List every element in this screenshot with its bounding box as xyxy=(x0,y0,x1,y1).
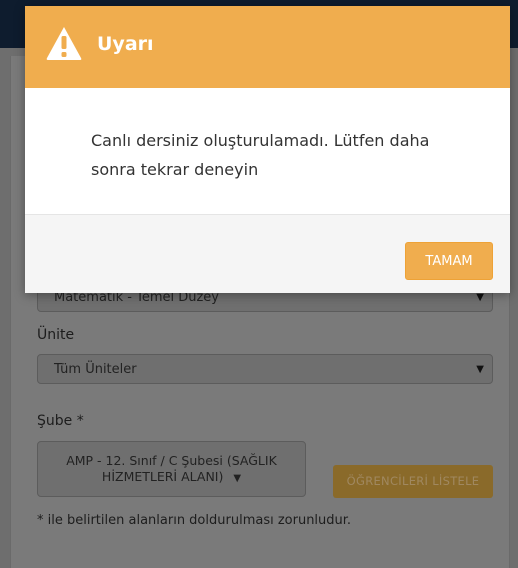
unit-select-value: Tüm Üniteler xyxy=(54,362,137,377)
modal-footer: TAMAM xyxy=(25,214,510,293)
chevron-down-icon: ▼ xyxy=(476,364,484,375)
branch-label: Şube * xyxy=(37,413,84,429)
list-students-button[interactable]: ÖĞRENCİLERİ LİSTELE xyxy=(333,465,493,498)
modal-message: Canlı dersiniz oluşturulamadı. Lütfen da… xyxy=(91,131,430,179)
modal-header: Uyarı xyxy=(25,6,510,88)
branch-select[interactable]: AMP - 12. Sınıf / C Şubesi (SAĞLIK HİZME… xyxy=(37,441,306,497)
required-note: * ile belirtilen alanların doldurulması … xyxy=(37,513,352,528)
warning-icon xyxy=(46,27,82,60)
modal-title: Uyarı xyxy=(97,33,154,55)
ok-button[interactable]: TAMAM xyxy=(405,242,493,280)
warning-modal: Uyarı Canlı dersiniz oluşturulamadı. Lüt… xyxy=(25,6,510,293)
unit-label: Ünite xyxy=(37,327,75,343)
caret-down-icon: ▼ xyxy=(233,473,242,484)
branch-select-line1: AMP - 12. Sınıf / C Şubesi (SAĞLIK xyxy=(66,453,277,468)
unit-select[interactable]: Tüm Üniteler ▼ xyxy=(37,354,493,384)
branch-select-line2: HİZMETLERİ ALANI) xyxy=(101,469,224,484)
